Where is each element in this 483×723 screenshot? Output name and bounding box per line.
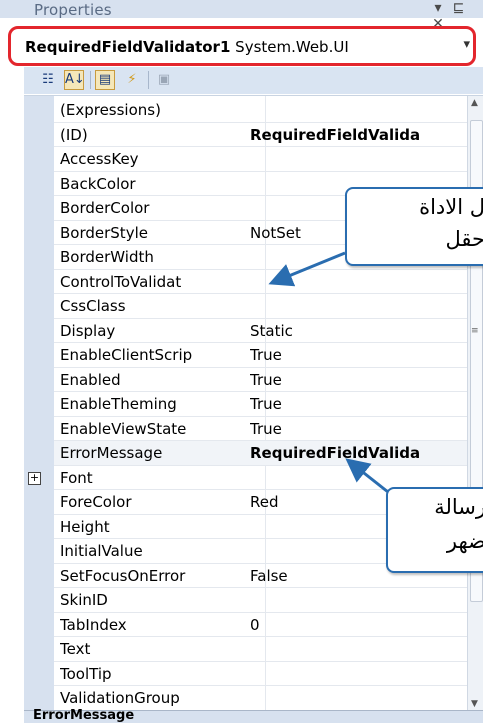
description-title: ErrorMessage xyxy=(33,708,135,723)
property-name: SetFocusOnError xyxy=(60,566,186,585)
property-name: SkinID xyxy=(60,591,108,609)
property-name: AccessKey xyxy=(60,150,139,168)
property-name: EnableTheming xyxy=(60,395,177,413)
property-row[interactable]: EnableTheming True xyxy=(54,392,467,417)
property-row[interactable]: ToolTip xyxy=(54,662,467,686)
property-row[interactable]: ControlToValidat xyxy=(54,270,467,294)
property-name: InitialValue xyxy=(60,542,143,560)
property-row[interactable]: CssClass xyxy=(54,294,467,319)
properties-toolbar: ☷ A↓ ▤ ⚡ ▣ xyxy=(24,67,483,94)
property-name: BorderWidth xyxy=(60,248,154,266)
expand-plus-icon[interactable]: + xyxy=(28,471,41,485)
property-name: ValidationGroup xyxy=(60,689,180,707)
object-selector-dropdown[interactable]: RequiredFieldValidator1 System.Web.UI ▾ xyxy=(8,26,476,66)
grid-gutter xyxy=(24,96,54,711)
properties-view-icon[interactable]: ▤ xyxy=(95,70,115,90)
property-row[interactable]: Text xyxy=(54,637,467,662)
property-value[interactable]: True xyxy=(250,346,467,364)
property-name: Enabled xyxy=(60,370,121,389)
property-row[interactable]: (Expressions) xyxy=(54,98,467,123)
alphabetical-sort-icon[interactable]: A↓ xyxy=(64,70,85,90)
property-row[interactable]: EnableViewState True xyxy=(54,417,467,441)
selected-object-name: RequiredFieldValidator1 xyxy=(25,38,231,56)
property-value[interactable]: True xyxy=(250,395,467,413)
property-value[interactable]: True xyxy=(250,420,467,438)
callout-line-1: رسالة xyxy=(434,495,483,519)
property-name: Font xyxy=(60,468,93,487)
property-row[interactable]: SkinID xyxy=(54,588,467,613)
selected-object-type: System.Web.UI xyxy=(230,38,349,56)
property-pages-icon[interactable]: ▣ xyxy=(154,70,174,90)
panel-title: Properties xyxy=(34,1,112,19)
property-name: EnableViewState xyxy=(60,419,187,438)
property-name: BorderColor xyxy=(60,199,150,217)
property-name: CssClass xyxy=(60,297,126,315)
property-row[interactable]: ValidationGroup xyxy=(54,686,467,711)
scroll-down-icon[interactable]: ▼ xyxy=(471,699,478,709)
property-name: ForeColor xyxy=(60,493,132,511)
property-value[interactable]: RequiredFieldValida xyxy=(250,444,467,462)
property-name: ErrorMessage xyxy=(60,444,163,462)
property-value[interactable]: RequiredFieldValida xyxy=(250,126,467,144)
window-position-icon[interactable]: ▾ xyxy=(430,0,446,16)
toolbar-separator xyxy=(90,71,91,89)
property-value[interactable]: Static xyxy=(250,322,467,340)
callout-line-1: ل الاداة xyxy=(419,195,483,219)
property-value[interactable]: True xyxy=(250,371,467,389)
property-row[interactable]: EnableClientScrip True xyxy=(54,343,467,368)
property-row[interactable]: TabIndex 0 xyxy=(54,613,467,637)
properties-titlebar: Properties ▾ ⊑ ✕ xyxy=(0,0,483,32)
toolbar-separator xyxy=(148,71,149,89)
property-row[interactable]: Enabled True xyxy=(54,368,467,392)
property-value[interactable]: 0 xyxy=(250,616,467,634)
scroll-up-icon[interactable]: ▲ xyxy=(471,98,478,108)
arabic-callout-error: رسالة ضهر xyxy=(386,487,483,573)
categorized-icon[interactable]: ☷ xyxy=(38,70,58,90)
property-name: (Expressions) xyxy=(60,101,161,119)
description-pane: ErrorMessage xyxy=(24,708,483,723)
property-row[interactable]: AccessKey xyxy=(54,147,467,172)
property-name: BackColor xyxy=(60,174,136,193)
property-row[interactable]: ErrorMessage RequiredFieldValida xyxy=(54,441,467,466)
object-selector-label: RequiredFieldValidator1 System.Web.UI xyxy=(25,38,349,56)
property-name: ControlToValidat xyxy=(60,272,182,291)
events-lightning-icon[interactable]: ⚡ xyxy=(122,70,142,90)
property-name: Text xyxy=(60,640,91,658)
property-row[interactable]: Display Static xyxy=(54,319,467,343)
property-row[interactable]: (ID) RequiredFieldValida xyxy=(54,123,467,147)
property-name: BorderStyle xyxy=(60,223,148,242)
pin-icon[interactable]: ⊑ xyxy=(450,0,466,16)
arabic-callout-control: ل الاداة حقل xyxy=(345,187,483,266)
property-name: (ID) xyxy=(60,125,88,144)
callout-line-2: ضهر xyxy=(446,529,483,553)
property-name: TabIndex xyxy=(60,615,127,634)
dropdown-arrow-icon[interactable]: ▾ xyxy=(463,37,470,52)
scroll-grip-icon: ≡ xyxy=(471,326,479,336)
property-name: Display xyxy=(60,321,116,340)
property-name: Height xyxy=(60,517,110,536)
property-name: ToolTip xyxy=(60,664,112,683)
callout-line-2: حقل xyxy=(445,227,483,251)
property-name: EnableClientScrip xyxy=(60,346,193,364)
